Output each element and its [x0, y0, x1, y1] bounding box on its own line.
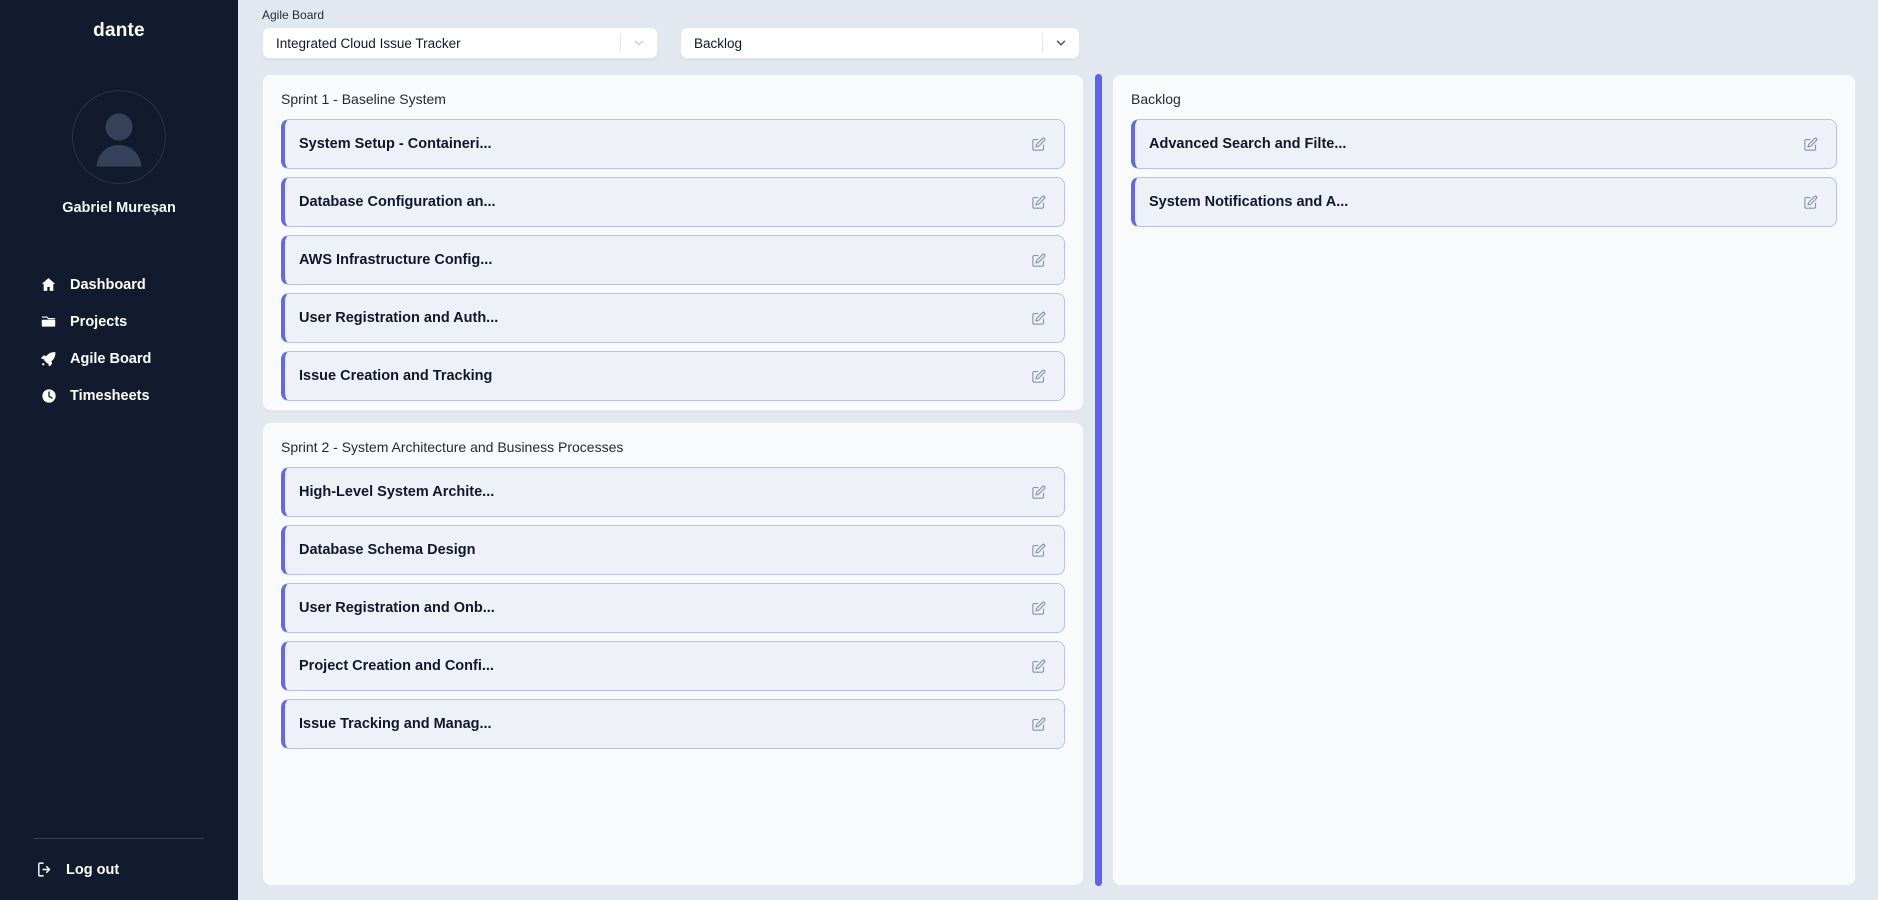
edit-pencil-icon[interactable] [1029, 483, 1047, 501]
sprints-column: Sprint 1 - Baseline System System Setup … [252, 74, 1084, 886]
sprint-panel-title: Sprint 2 - System Architecture and Busin… [281, 439, 624, 455]
issue-card[interactable]: Project Creation and Confi... [281, 641, 1065, 691]
folder-icon [40, 313, 57, 330]
logout-button[interactable]: Log out [0, 861, 238, 878]
edit-pencil-icon[interactable] [1029, 251, 1047, 269]
sidebar-footer: Log out [0, 838, 238, 900]
project-select[interactable]: Integrated Cloud Issue Tracker [262, 27, 658, 59]
sidebar-item-dashboard[interactable]: Dashboard [0, 266, 238, 303]
issue-title: Database Schema Design [299, 542, 476, 558]
issue-title: Issue Creation and Tracking [299, 368, 493, 384]
logout-icon [36, 861, 53, 878]
main-content: Agile Board Integrated Cloud Issue Track… [238, 0, 1878, 900]
issue-card[interactable]: Issue Creation and Tracking [281, 351, 1065, 401]
issue-title: High-Level System Archite... [299, 484, 495, 500]
topbar-controls: Integrated Cloud Issue Tracker Backlog [262, 27, 1856, 59]
view-select-value: Backlog [694, 35, 743, 51]
sidebar-nav: Dashboard Projects Agile Board Timesheet… [0, 266, 238, 414]
issue-card[interactable]: Advanced Search and Filte... [1131, 119, 1837, 169]
edit-pencil-icon[interactable] [1029, 715, 1047, 733]
issue-title: System Notifications and A... [1149, 194, 1349, 210]
issue-card[interactable]: Issue Tracking and Manag... [281, 699, 1065, 749]
profile-section: Gabriel Mureșan [0, 90, 238, 216]
edit-pencil-icon[interactable] [1801, 193, 1819, 211]
clock-icon [40, 387, 57, 404]
issue-title: Issue Tracking and Manag... [299, 716, 492, 732]
board-scrollbar[interactable] [1084, 74, 1112, 886]
chevron-down-icon[interactable] [621, 36, 657, 50]
sidebar-divider [34, 838, 204, 839]
chevron-down-icon[interactable] [1043, 36, 1079, 50]
sprint-issue-list: System Setup - Containeri... Database Co… [281, 119, 1065, 401]
sidebar-item-timesheets[interactable]: Timesheets [0, 377, 238, 414]
project-select-value: Integrated Cloud Issue Tracker [276, 35, 461, 51]
topbar: Agile Board Integrated Cloud Issue Track… [252, 8, 1856, 59]
sidebar-item-projects[interactable]: Projects [0, 303, 238, 340]
issue-title: User Registration and Onb... [299, 600, 495, 616]
board-scrollbar-thumb[interactable] [1094, 74, 1102, 886]
sidebar-item-label: Agile Board [70, 350, 152, 367]
backlog-column: Backlog Advanced Search and Filte... Sys… [1112, 74, 1856, 886]
backlog-panel: Backlog Advanced Search and Filte... Sys… [1112, 74, 1856, 886]
sidebar-item-label: Timesheets [70, 387, 150, 404]
edit-pencil-icon[interactable] [1029, 367, 1047, 385]
app-root: dante Gabriel Mureșan Dashboard Projects… [0, 0, 1878, 900]
edit-pencil-icon[interactable] [1029, 135, 1047, 153]
edit-pencil-icon[interactable] [1029, 657, 1047, 675]
issue-title: Advanced Search and Filte... [1149, 136, 1347, 152]
backlog-panel-title: Backlog [1131, 91, 1181, 107]
issue-title: User Registration and Auth... [299, 310, 499, 326]
user-avatar-icon [96, 113, 142, 167]
edit-pencil-icon[interactable] [1029, 541, 1047, 559]
home-icon [40, 276, 57, 293]
sprint-issue-list: High-Level System Archite... Database Sc… [281, 467, 1065, 749]
sprint-panel: Sprint 1 - Baseline System System Setup … [262, 74, 1084, 411]
agile-board: Sprint 1 - Baseline System System Setup … [252, 74, 1856, 886]
page-title: Agile Board [262, 8, 325, 22]
rocket-icon [40, 350, 57, 367]
issue-card[interactable]: AWS Infrastructure Config... [281, 235, 1065, 285]
board-scrollbar-track[interactable] [1094, 74, 1102, 886]
issue-card[interactable]: Database Configuration an... [281, 177, 1065, 227]
issue-card[interactable]: System Setup - Containeri... [281, 119, 1065, 169]
sidebar-item-label: Projects [70, 313, 128, 330]
issue-title: Database Configuration an... [299, 194, 496, 210]
sprint-panel-title: Sprint 1 - Baseline System [281, 91, 446, 107]
sprint-panel: Sprint 2 - System Architecture and Busin… [262, 422, 1084, 886]
edit-pencil-icon[interactable] [1029, 309, 1047, 327]
edit-pencil-icon[interactable] [1029, 599, 1047, 617]
issue-title: AWS Infrastructure Config... [299, 252, 493, 268]
sidebar: dante Gabriel Mureșan Dashboard Projects… [0, 0, 238, 900]
issue-card[interactable]: User Registration and Onb... [281, 583, 1065, 633]
issue-card[interactable]: High-Level System Archite... [281, 467, 1065, 517]
issue-card[interactable]: System Notifications and A... [1131, 177, 1837, 227]
issue-card[interactable]: Database Schema Design [281, 525, 1065, 575]
avatar [72, 90, 166, 184]
backlog-issue-list: Advanced Search and Filte... System Noti… [1131, 119, 1837, 227]
issue-title: Project Creation and Confi... [299, 658, 494, 674]
edit-pencil-icon[interactable] [1029, 193, 1047, 211]
edit-pencil-icon[interactable] [1801, 135, 1819, 153]
view-select[interactable]: Backlog [680, 27, 1080, 59]
sidebar-item-label: Dashboard [70, 276, 146, 293]
sidebar-item-agile-board[interactable]: Agile Board [0, 340, 238, 377]
profile-name: Gabriel Mureșan [62, 200, 176, 216]
logout-label: Log out [66, 861, 120, 878]
issue-title: System Setup - Containeri... [299, 136, 492, 152]
issue-card[interactable]: User Registration and Auth... [281, 293, 1065, 343]
app-logo: dante [93, 20, 145, 41]
